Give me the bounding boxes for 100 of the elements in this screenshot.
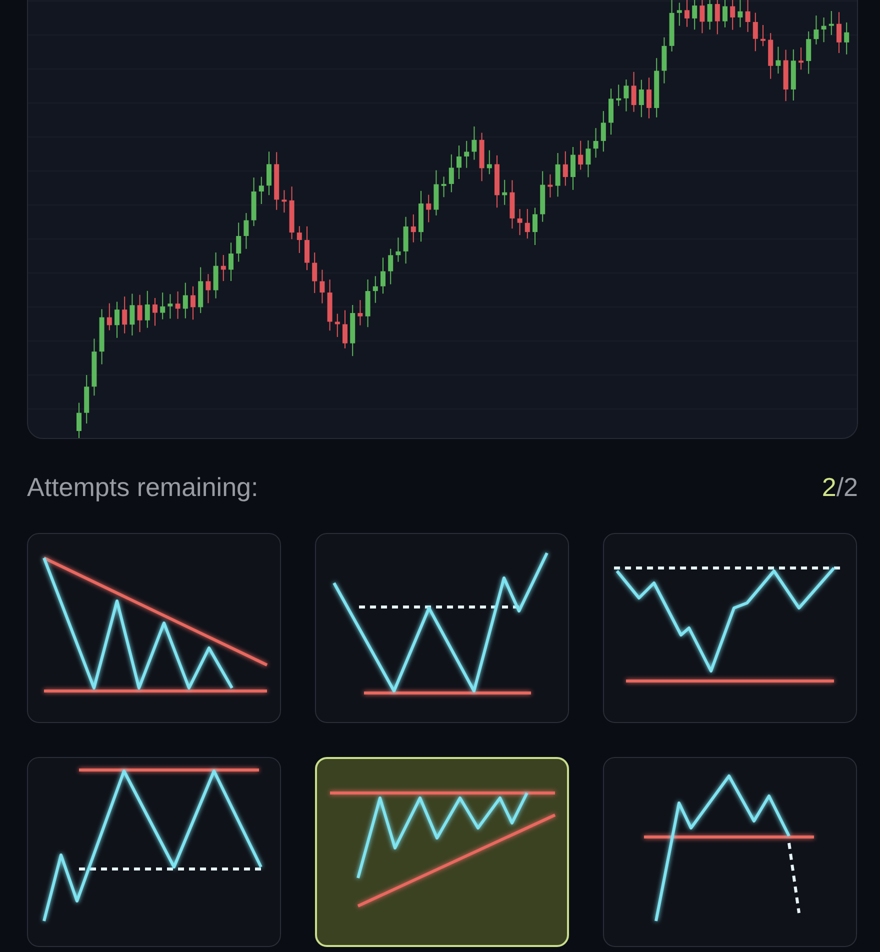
candlestick — [182, 282, 188, 319]
candlestick — [137, 294, 142, 333]
candlestick — [616, 84, 622, 106]
candlestick — [175, 290, 180, 320]
candlestick — [388, 248, 394, 285]
candlestick — [714, 0, 720, 35]
candlestick — [372, 276, 378, 304]
candlestick — [251, 177, 256, 227]
candlestick — [570, 146, 576, 190]
candlestick — [380, 257, 386, 294]
candlestick — [821, 17, 826, 43]
candlestick — [266, 151, 272, 196]
candlestick — [168, 294, 173, 320]
candlestick — [282, 190, 287, 214]
candlestick — [783, 49, 788, 102]
candlestick — [403, 216, 408, 264]
candlestick — [548, 174, 553, 198]
pattern-option[interactable] — [603, 533, 857, 723]
candlestick — [760, 24, 766, 47]
candlestick — [244, 212, 249, 250]
candlestick — [130, 293, 135, 336]
candlestick — [206, 274, 211, 304]
candlestick — [752, 12, 758, 52]
candlestick — [456, 145, 462, 180]
candlestick — [320, 269, 325, 304]
candlestick — [236, 222, 242, 262]
candlestick — [220, 254, 226, 282]
candlestick — [524, 208, 530, 239]
candlestick — [593, 128, 598, 158]
candlestick — [274, 152, 280, 210]
candlestick — [152, 297, 158, 326]
candlestick — [106, 302, 112, 331]
candlestick — [441, 176, 446, 198]
candlestick — [342, 310, 348, 349]
candlestick — [304, 226, 310, 271]
candlestick — [836, 12, 842, 54]
candlestick — [510, 180, 515, 230]
candlestick — [662, 36, 667, 84]
candlestick — [578, 140, 584, 170]
candlestick — [798, 47, 804, 70]
candlestick — [312, 252, 318, 294]
candlestick — [776, 46, 781, 74]
candlestick — [532, 207, 538, 246]
candlestick — [76, 402, 82, 438]
candlestick — [745, 0, 750, 32]
candlestick — [828, 10, 834, 36]
candlestick — [258, 176, 264, 204]
candlestick — [517, 208, 522, 236]
candlestick — [646, 77, 652, 119]
candlestick — [768, 32, 774, 80]
candlestick — [700, 0, 705, 34]
candlestick — [479, 132, 484, 182]
candlestick — [334, 313, 340, 338]
candlestick — [730, 0, 736, 30]
candlestick — [426, 194, 432, 223]
candlestick — [434, 170, 439, 216]
candlestick — [327, 279, 332, 332]
candlestick — [92, 338, 97, 396]
candlestick — [540, 170, 546, 222]
candlestick — [562, 150, 568, 186]
candlestick — [296, 226, 302, 254]
candlestick — [502, 179, 508, 206]
candlestick — [844, 22, 850, 55]
candlestick — [190, 286, 196, 320]
candlestick — [624, 79, 629, 112]
candlestick — [464, 140, 470, 168]
candlestick — [289, 186, 294, 240]
candlestick — [350, 304, 356, 357]
pattern-option[interactable] — [27, 533, 281, 723]
candlestick — [448, 154, 454, 193]
pattern-option[interactable] — [603, 757, 857, 947]
candlestick — [692, 0, 698, 30]
candlestick — [676, 2, 682, 26]
attempts-label: Attempts remaining: — [27, 472, 258, 502]
candlestick — [555, 152, 560, 198]
candlestick — [418, 190, 424, 242]
candlestick — [722, 0, 728, 28]
candlestick — [684, 0, 690, 28]
candlestick — [365, 279, 370, 328]
candlestick — [228, 242, 234, 282]
candlestick — [410, 214, 416, 243]
attempts-count: 2/2 — [822, 472, 858, 502]
candlestick — [814, 15, 819, 45]
candlestick — [586, 140, 591, 178]
candlestick — [213, 252, 218, 299]
candlestick — [707, 0, 712, 30]
pattern-option[interactable] — [315, 533, 569, 723]
candlestick — [160, 292, 166, 320]
candlestick — [472, 126, 477, 160]
candlestick — [84, 374, 90, 424]
candlestick — [122, 296, 128, 334]
candlestick — [396, 237, 401, 262]
candlestick — [654, 58, 660, 118]
candlestick — [638, 79, 644, 118]
candlestick — [806, 30, 812, 74]
candlestick — [790, 48, 796, 101]
candlestick — [494, 154, 500, 208]
pattern-option[interactable] — [27, 757, 281, 947]
candlestick — [198, 266, 204, 314]
candlestick — [99, 308, 104, 365]
